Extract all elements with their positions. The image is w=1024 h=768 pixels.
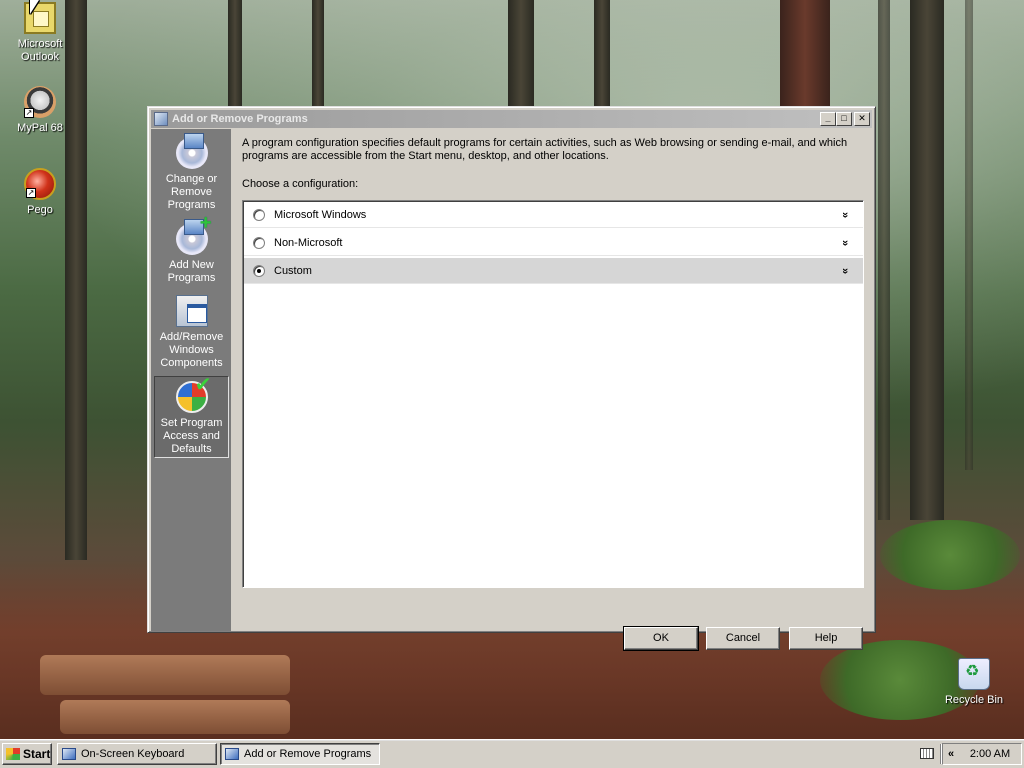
taskbar-item-label: On-Screen Keyboard [81, 748, 185, 760]
windows-logo-icon [6, 748, 20, 760]
radio-button[interactable] [253, 208, 265, 221]
keyboard-app-icon [62, 748, 76, 760]
tray-keyboard-icon[interactable] [920, 748, 934, 759]
taskbar-item-on-screen-keyboard[interactable]: On-Screen Keyboard [57, 743, 217, 765]
maximize-button[interactable]: □ [836, 112, 852, 126]
taskbar: Start On-Screen Keyboard Add or Remove P… [0, 739, 1024, 768]
expand-icon[interactable]: » [839, 205, 851, 225]
choose-configuration-label: Choose a configuration: [242, 178, 359, 190]
window-titlebar[interactable]: Add or Remove Programs _ □ ✕ [151, 110, 872, 128]
tree-trunk [878, 0, 890, 520]
windows-components-icon [175, 295, 208, 327]
clock[interactable]: 2:00 AM [959, 748, 1021, 760]
option-label: Non-Microsoft [274, 236, 343, 249]
desktop-icon-outlook[interactable]: Microsoft Outlook [4, 2, 76, 64]
radio-button[interactable] [253, 236, 265, 249]
sidebar-item-label: Add/Remove Windows Components [159, 331, 224, 369]
tray-expand-icon[interactable]: « [943, 748, 959, 760]
desktop-icon-label: MyPal 68 [17, 122, 63, 134]
desktop-icon-pego[interactable]: ↗ Pego [4, 168, 76, 217]
start-button[interactable]: Start [2, 743, 52, 765]
taskbar-item-add-remove-programs[interactable]: Add or Remove Programs [220, 743, 380, 765]
option-non-microsoft[interactable]: Non-Microsoft » [244, 230, 863, 256]
option-label: Microsoft Windows [274, 208, 367, 221]
add-remove-programs-window: Add or Remove Programs _ □ ✕ Change or R… [147, 106, 876, 651]
sidebar-item-label: Set Program Access and Defaults [160, 417, 223, 455]
mypal-icon: ↗ [24, 86, 56, 118]
option-label: Custom [274, 264, 312, 277]
desktop-icon-label: Pego [27, 204, 53, 216]
sidebar-item-add-new[interactable]: Add New Programs [154, 217, 229, 285]
option-microsoft-windows[interactable]: Microsoft Windows » [244, 202, 863, 228]
configuration-list: Microsoft Windows » Non-Microsoft » Cust… [242, 200, 864, 588]
start-label: Start [23, 747, 51, 761]
log [40, 655, 290, 695]
change-remove-programs-icon [175, 133, 208, 169]
ok-button[interactable]: OK [623, 626, 699, 651]
moss [880, 520, 1020, 590]
programs-app-icon [154, 112, 168, 126]
tree-trunk [508, 0, 534, 106]
window-title: Add or Remove Programs [172, 113, 308, 125]
sidebar-item-label: Add New Programs [167, 259, 216, 284]
expand-icon[interactable]: » [839, 233, 851, 253]
outlook-icon [24, 2, 56, 34]
taskbar-item-label: Add or Remove Programs [244, 748, 372, 760]
shortcut-arrow-icon: ↗ [24, 108, 34, 118]
sidebar-item-label: Change or Remove Programs [165, 173, 218, 211]
tree-trunk [965, 0, 973, 470]
log [60, 700, 290, 734]
option-custom[interactable]: Custom » [244, 258, 863, 284]
shortcut-arrow-icon: ↗ [26, 188, 36, 198]
close-button[interactable]: ✕ [854, 112, 870, 126]
tree-trunk [910, 0, 944, 520]
sidebar: Change or Remove Programs Add New Progra… [151, 129, 231, 631]
mouse-cursor-icon [30, 0, 39, 14]
tree-trunk [228, 0, 242, 106]
desktop-icon-recycle-bin[interactable]: Recycle Bin [938, 658, 1010, 707]
program-access-defaults-icon [175, 379, 212, 413]
main-content: A program configuration specifies defaul… [242, 137, 872, 651]
tree-trunk [594, 0, 610, 106]
pego-icon: ↗ [24, 168, 56, 200]
desktop-icon-mypal[interactable]: ↗ MyPal 68 [4, 86, 76, 135]
recycle-bin-icon [958, 658, 990, 690]
help-button[interactable]: Help [789, 627, 863, 650]
tree-trunk [312, 0, 324, 106]
radio-button-selected[interactable] [253, 264, 265, 277]
sidebar-item-windows-components[interactable]: Add/Remove Windows Components [154, 291, 229, 371]
tree-trunk [780, 0, 830, 106]
cancel-button[interactable]: Cancel [706, 627, 780, 650]
expand-icon[interactable]: » [839, 261, 851, 281]
description-text: A program configuration specifies defaul… [242, 137, 848, 162]
programs-app-icon [225, 748, 239, 760]
sidebar-item-program-access[interactable]: Set Program Access and Defaults [154, 376, 229, 458]
desktop-icon-label: Microsoft Outlook [17, 38, 63, 63]
minimize-button[interactable]: _ [820, 112, 836, 126]
tree-trunk [65, 0, 87, 560]
sidebar-item-change-remove[interactable]: Change or Remove Programs [154, 133, 229, 211]
desktop-icon-label: Recycle Bin [944, 694, 1004, 706]
window-controls: _ □ ✕ [820, 112, 870, 126]
system-tray: « 2:00 AM [942, 743, 1022, 765]
add-new-programs-icon [175, 217, 212, 255]
